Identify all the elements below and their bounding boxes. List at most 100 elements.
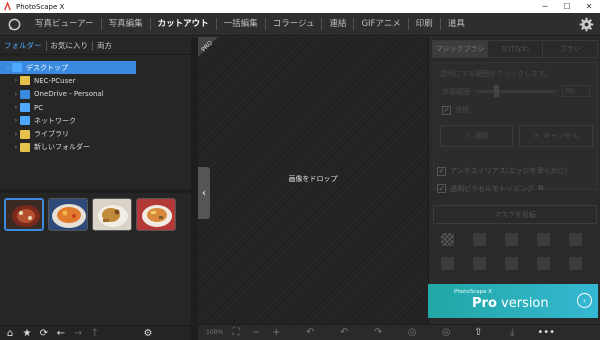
- color-swatch[interactable]: [441, 257, 454, 270]
- cutout-tab[interactable]: なげなわ: [487, 41, 542, 57]
- apply-label: 適用: [474, 132, 489, 140]
- favorite-star-icon[interactable]: ★: [21, 327, 33, 339]
- settings-gear-icon[interactable]: ⚙: [142, 327, 154, 339]
- thumbnail-image[interactable]: [48, 197, 88, 231]
- user-folder-icon: [20, 76, 30, 86]
- settings-gear-icon[interactable]: [579, 17, 594, 32]
- thumbnail-image[interactable]: [92, 197, 132, 231]
- thumbnail-image[interactable]: [136, 197, 176, 231]
- menu-item[interactable]: カットアウト: [149, 18, 216, 30]
- redo-icon[interactable]: ↷: [371, 327, 385, 339]
- tree-item[interactable]: › ライブラリ: [0, 127, 191, 140]
- home-logo-icon[interactable]: [0, 13, 28, 36]
- pro-version-banner[interactable]: PhotoScape X Pro version ›: [428, 284, 598, 318]
- antialias-checkbox[interactable]: ✓ アンチエイリアス(エッジを滑らかに): [437, 166, 567, 176]
- expand-chevron-icon[interactable]: ›: [12, 91, 20, 98]
- tree-item[interactable]: ⌄ デスクトップ: [0, 61, 136, 75]
- menu-item[interactable]: 写真編集: [100, 18, 150, 30]
- zoom-in-icon[interactable]: +: [269, 327, 283, 339]
- back-arrow-icon[interactable]: ←: [55, 327, 67, 339]
- menu-item[interactable]: 写真ビューアー: [28, 18, 101, 30]
- mask-icon[interactable]: ◎: [439, 327, 453, 339]
- color-swatch[interactable]: [569, 257, 582, 270]
- image-canvas[interactable]: PRO 画像をドロップ: [198, 37, 428, 324]
- compare-icon[interactable]: ◎: [405, 327, 419, 339]
- expand-chevron-icon[interactable]: ⌄: [4, 64, 12, 71]
- menu-item[interactable]: 道具: [439, 18, 472, 30]
- expand-chevron-icon[interactable]: ›: [12, 117, 20, 124]
- tree-item-label: ネットワーク: [34, 116, 76, 125]
- refresh-icon[interactable]: ⟳: [38, 327, 50, 339]
- transparent-swatch[interactable]: [441, 233, 454, 246]
- undo-all-icon[interactable]: ↶: [303, 327, 317, 339]
- home-icon[interactable]: ⌂: [4, 327, 16, 339]
- tree-item[interactable]: › NEC-PCuser: [0, 74, 191, 87]
- thumbnail-splitter[interactable]: [0, 189, 191, 193]
- thumbnail-strip: [0, 194, 191, 234]
- up-arrow-icon[interactable]: ↑: [89, 327, 101, 339]
- folder-tree: ⌄ デスクトップ › NEC-PCuser › OneDrive - Personal › P…: [0, 61, 191, 154]
- color-swatch[interactable]: [505, 233, 518, 246]
- cancel-button[interactable]: ✕ キャンセル: [519, 125, 593, 147]
- contiguous-checkbox[interactable]: ✓ 連続: [442, 105, 469, 115]
- chevron-right-icon[interactable]: ›: [577, 293, 592, 308]
- left-tab[interactable]: フォルダー: [0, 41, 46, 51]
- tree-item[interactable]: › PC: [0, 101, 191, 114]
- left-panel: フォルダー お気に入り 両方 ⌄ デスクトップ › NEC-PCuser › OneDrive…: [0, 37, 191, 340]
- menu-item[interactable]: コラージュ: [264, 18, 322, 30]
- tree-item[interactable]: › 新しいフォルダー: [0, 141, 191, 154]
- zoom-out-icon[interactable]: −: [249, 327, 263, 339]
- more-options-icon[interactable]: •••: [537, 327, 555, 339]
- apply-button[interactable]: ✓ 適用: [440, 125, 513, 147]
- menu-item[interactable]: 一括編集: [215, 18, 265, 30]
- panel-splitter[interactable]: [191, 37, 198, 340]
- folder-icon: [20, 142, 30, 152]
- tree-item-label: ライブラリ: [34, 130, 69, 139]
- left-tab[interactable]: 両方: [92, 40, 116, 51]
- cutout-tab[interactable]: マジックブラシ: [433, 41, 487, 57]
- menu-item[interactable]: 連結: [321, 18, 353, 30]
- undo-icon[interactable]: ↶: [337, 327, 351, 339]
- tree-item-label: OneDrive - Personal: [34, 90, 104, 99]
- forward-arrow-icon[interactable]: →: [72, 327, 84, 339]
- color-swatch[interactable]: [505, 257, 518, 270]
- color-swatch[interactable]: [569, 233, 582, 246]
- collapse-left-panel-button[interactable]: ‹: [198, 167, 210, 219]
- expand-chevron-icon[interactable]: ›: [12, 144, 20, 151]
- invert-mask-button[interactable]: マスクを反転: [433, 205, 597, 224]
- cutout-tab[interactable]: ブラシ: [542, 41, 597, 57]
- color-swatch[interactable]: [537, 233, 550, 246]
- promo-suffix: version: [496, 296, 549, 311]
- close-button[interactable]: ✕: [578, 0, 600, 13]
- tolerance-value-input[interactable]: 30: [562, 85, 590, 97]
- share-icon[interactable]: ⇧: [471, 327, 485, 339]
- color-swatch[interactable]: [473, 233, 486, 246]
- trim-transparent-checkbox[interactable]: ✓ 透明ピクセルをトリミング ⌗: [437, 183, 544, 194]
- promo-brand: Pro: [472, 296, 497, 311]
- tree-item-label: デスクトップ: [26, 63, 68, 72]
- fit-to-window-icon[interactable]: ⛶: [229, 327, 243, 339]
- menu-item[interactable]: 印刷: [407, 18, 440, 30]
- tree-item[interactable]: › ネットワーク: [0, 114, 191, 127]
- cloud-icon: [20, 89, 30, 99]
- thumbnail-image[interactable]: [4, 197, 44, 231]
- close-icon: ✕: [533, 132, 540, 140]
- left-tab[interactable]: お気に入り: [45, 40, 93, 51]
- tolerance-slider[interactable]: [476, 90, 556, 93]
- pc-icon: [20, 103, 30, 113]
- tree-item[interactable]: › OneDrive - Personal: [0, 88, 191, 101]
- expand-chevron-icon[interactable]: ›: [12, 104, 20, 111]
- save-icon[interactable]: ⤓: [505, 327, 519, 339]
- color-swatch[interactable]: [537, 257, 550, 270]
- maximize-button[interactable]: ☐: [556, 0, 578, 13]
- minimize-button[interactable]: ─: [534, 0, 556, 13]
- crop-icon: ⌗: [538, 183, 544, 194]
- contiguous-label: 連続: [455, 106, 469, 114]
- menu-item[interactable]: GIFアニメ: [353, 18, 407, 30]
- tolerance-slider-knob[interactable]: [494, 85, 499, 97]
- expand-chevron-icon[interactable]: ›: [12, 131, 20, 138]
- window-title: PhotoScape X: [16, 2, 65, 11]
- expand-chevron-icon[interactable]: ›: [12, 77, 20, 84]
- cancel-label: キャンセル: [543, 132, 579, 140]
- color-swatch[interactable]: [473, 257, 486, 270]
